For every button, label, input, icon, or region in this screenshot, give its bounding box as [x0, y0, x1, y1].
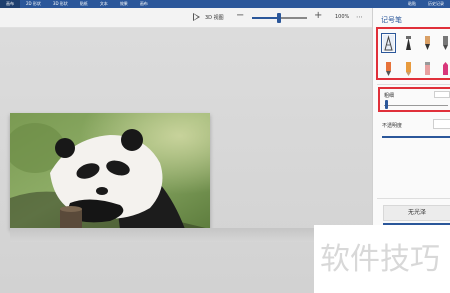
watermark-text: 软件技巧 [320, 242, 440, 277]
opacity-label: 不透明度 [382, 123, 403, 129]
no-fill-button[interactable]: 无光泽 [383, 205, 450, 221]
pen-selection-highlight [376, 27, 450, 80]
thickness-slider-track[interactable] [384, 105, 448, 106]
calligraphy-pen-icon[interactable] [403, 35, 414, 51]
panel-title: 记号笔 [381, 16, 402, 24]
divider [377, 198, 450, 199]
thickness-label: 粗细 [384, 93, 395, 99]
view-3d-label[interactable]: 3D 视图 [205, 14, 224, 21]
eraser-icon[interactable] [422, 61, 433, 77]
tab-effects[interactable]: 效果 [114, 0, 134, 8]
pencil-icon[interactable] [403, 61, 414, 77]
pixel-pen-icon[interactable] [383, 61, 394, 77]
watercolor-icon[interactable] [440, 35, 450, 51]
divider [377, 84, 450, 85]
opacity-value-field[interactable] [433, 119, 450, 129]
thickness-slider-thumb[interactable] [385, 100, 388, 109]
tab-stickers[interactable]: 贴纸 [74, 0, 94, 8]
paste-button[interactable]: 粘贴 [402, 0, 422, 8]
watermark: 软件技巧 [314, 225, 450, 293]
play-icon[interactable] [193, 13, 200, 21]
history-button[interactable]: 历史记录 [422, 0, 450, 8]
oil-brush-icon[interactable] [422, 35, 433, 51]
tab-menu[interactable]: 画布 [0, 0, 20, 8]
panda-photo[interactable] [10, 113, 210, 229]
tab-2d-shapes[interactable]: 2D 形状 [20, 0, 47, 8]
zoom-slider-thumb[interactable] [277, 13, 281, 23]
tab-text[interactable]: 文本 [94, 0, 114, 8]
view-toolbar: 3D 视图 − + 100% ⋯ [0, 8, 372, 28]
zoom-level: 100% [335, 14, 350, 20]
thickness-highlight: 粗细 [378, 87, 450, 112]
zoom-in-button[interactable]: + [314, 10, 322, 21]
tab-3d-shapes[interactable]: 3D 形状 [47, 0, 74, 8]
crayon-icon[interactable] [440, 61, 450, 77]
thickness-value-field[interactable] [434, 91, 450, 98]
opacity-slider-track[interactable] [382, 136, 450, 138]
more-options-icon[interactable]: ⋯ [356, 13, 363, 21]
menu-bar: 画布 2D 形状 3D 形状 贴纸 文本 效果 画布 粘贴 历史记录 [0, 0, 450, 8]
zoom-out-button[interactable]: − [236, 10, 244, 21]
tab-canvas[interactable]: 画布 [134, 0, 154, 8]
marker-icon[interactable] [381, 33, 396, 53]
